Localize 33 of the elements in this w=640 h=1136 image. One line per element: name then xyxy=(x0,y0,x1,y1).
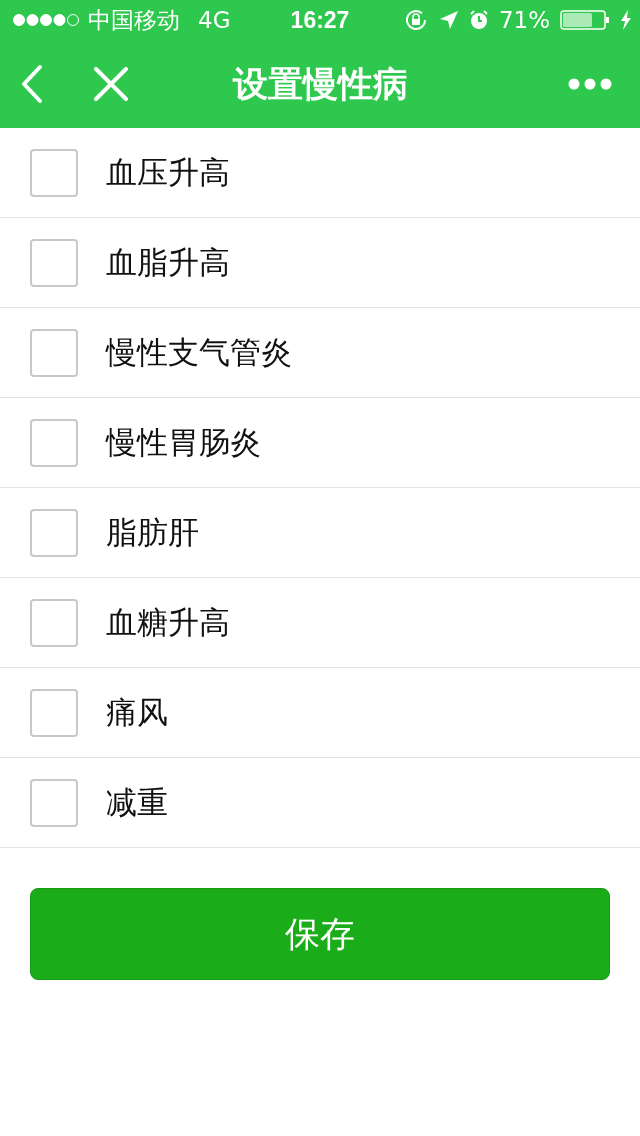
close-icon xyxy=(94,67,128,101)
checkbox[interactable] xyxy=(30,238,78,287)
item-label: 慢性胃肠炎 xyxy=(106,422,261,462)
item-label: 痛风 xyxy=(106,692,168,732)
charging-bolt-icon xyxy=(620,10,632,30)
close-button[interactable] xyxy=(94,67,128,101)
checkbox[interactable] xyxy=(30,328,78,377)
checkbox[interactable] xyxy=(30,418,78,467)
item-label: 脂肪肝 xyxy=(106,512,199,552)
checkbox[interactable] xyxy=(30,688,78,737)
more-button[interactable] xyxy=(568,78,612,90)
location-arrow-icon xyxy=(438,10,459,30)
item-label: 减重 xyxy=(106,782,168,822)
page-title: 设置慢性病 xyxy=(232,62,408,106)
checkbox[interactable] xyxy=(30,508,78,557)
battery-icon xyxy=(560,10,610,30)
time-text: 16:27 xyxy=(290,6,350,34)
item-label: 血糖升高 xyxy=(106,602,230,642)
back-chevron-icon xyxy=(20,64,44,104)
checkbox[interactable] xyxy=(30,598,78,647)
back-button[interactable] xyxy=(20,64,44,104)
more-dots-icon xyxy=(568,78,612,90)
checkbox[interactable] xyxy=(30,148,78,197)
battery-percent-text: 71% xyxy=(498,7,550,33)
item-label: 血脂升高 xyxy=(106,242,230,282)
item-label: 慢性支气管炎 xyxy=(106,332,292,372)
network-text: 4G xyxy=(198,7,231,33)
signal-icon xyxy=(12,13,80,27)
rotation-lock-icon xyxy=(404,9,429,31)
item-label: 血压升高 xyxy=(106,152,230,192)
checkbox[interactable] xyxy=(30,778,78,827)
alarm-clock-icon xyxy=(468,10,489,30)
carrier-text: 中国移动 xyxy=(88,5,180,35)
